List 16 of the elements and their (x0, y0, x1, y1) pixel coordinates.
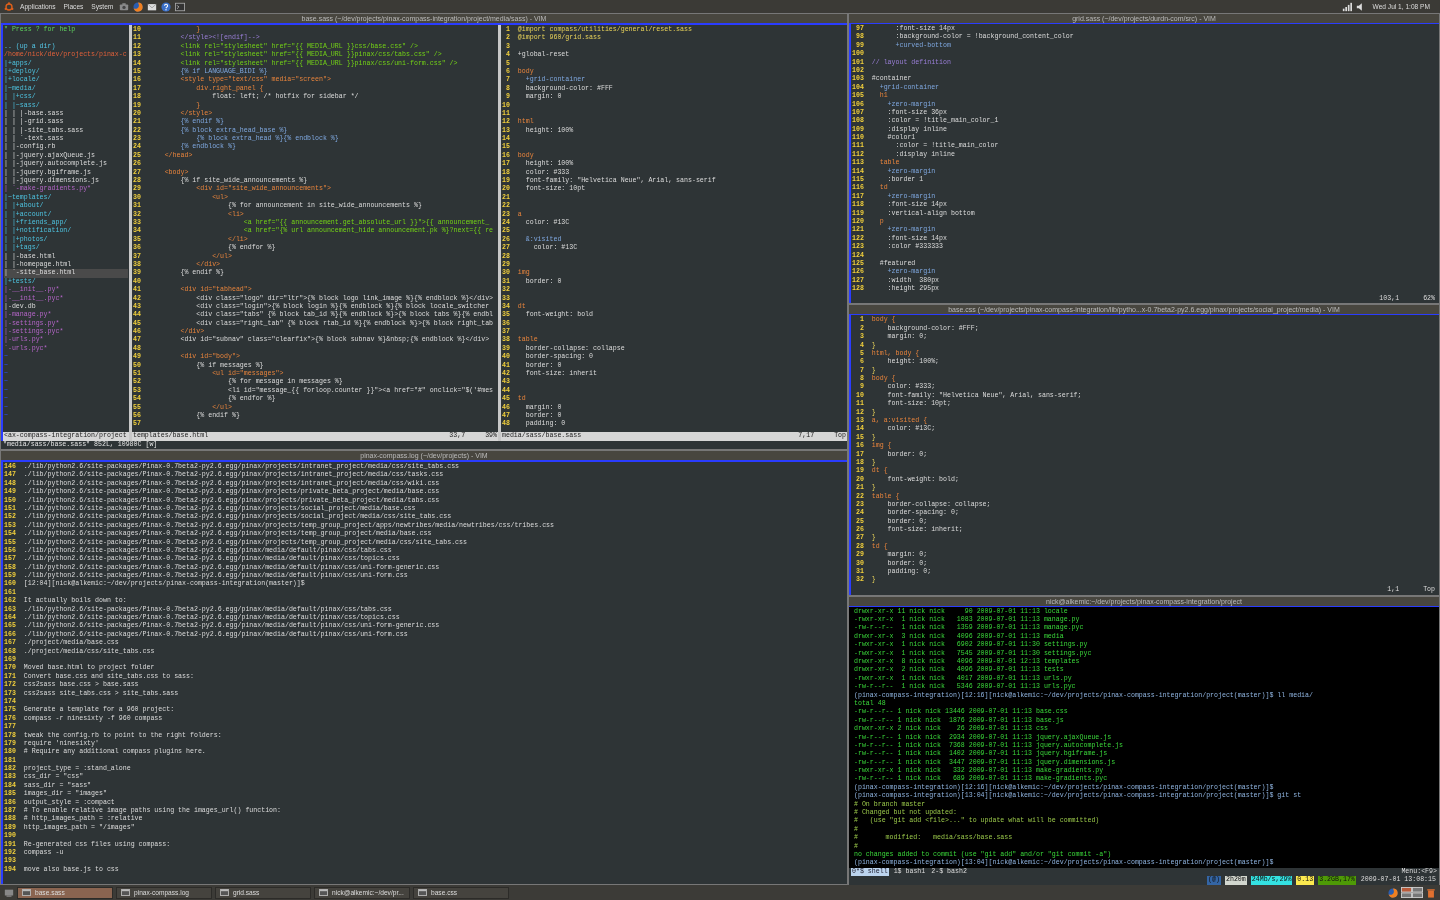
window-icon (220, 889, 229, 896)
logo-icon[interactable] (4, 1, 14, 12)
window-icon (121, 889, 130, 896)
help-icon[interactable] (161, 1, 172, 12)
trash-icon[interactable] (1426, 887, 1436, 898)
window-icon (319, 889, 328, 896)
window-icon (22, 889, 31, 896)
signal-icon[interactable] (1341, 1, 1352, 12)
camera-icon[interactable] (119, 1, 130, 12)
mail-icon[interactable] (147, 1, 158, 12)
window-icon (418, 889, 427, 896)
browser-icon[interactable] (1388, 887, 1398, 898)
workspace-switcher[interactable] (1401, 887, 1423, 898)
terminal-icon[interactable] (175, 1, 186, 12)
desktop-icon[interactable] (4, 887, 14, 898)
browser-icon[interactable] (133, 1, 144, 12)
